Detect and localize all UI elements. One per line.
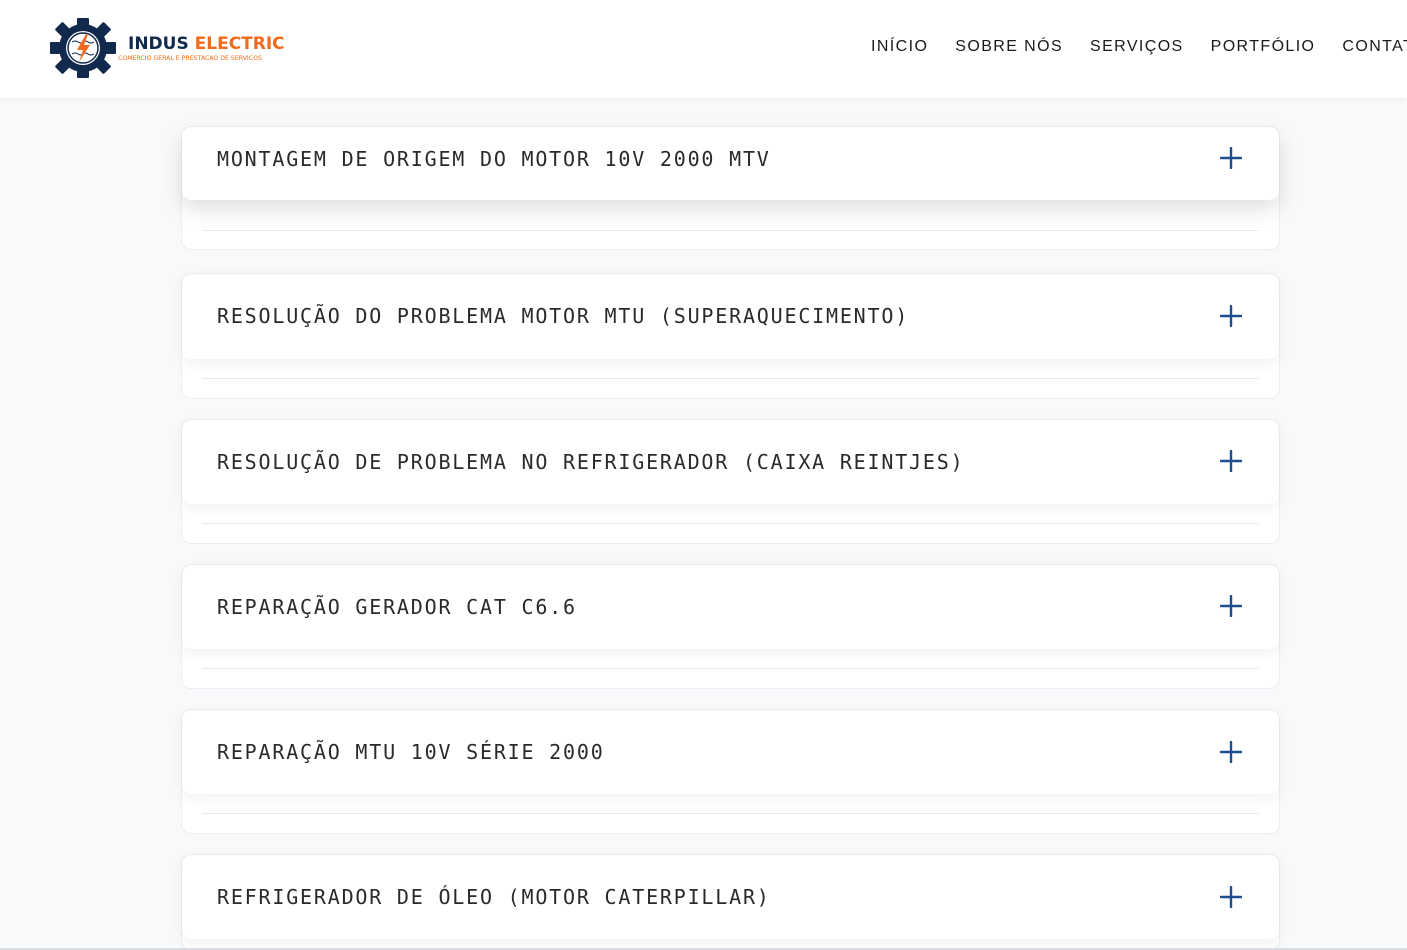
accordion-header[interactable]: REPARAÇÃO MTU 10V SÉRIE 2000 — [182, 710, 1279, 794]
nav-item-contato[interactable]: CONTATO — [1342, 37, 1407, 57]
accordion-item: MONTAGEM DE ORIGEM DO MOTOR 10V 2000 MTV — [181, 126, 1280, 250]
logo[interactable]: INDUS ELECTRIC COMERCIO GERAL E PRESTACA… — [50, 18, 285, 78]
nav-item-sobre-nos[interactable]: SOBRE NÓS — [955, 37, 1063, 57]
accordion-header[interactable]: RESOLUÇÃO DO PROBLEMA MOTOR MTU (SUPERAQ… — [182, 274, 1279, 359]
accordion-item: RESOLUÇÃO DE PROBLEMA NO REFRIGERADOR (C… — [181, 419, 1280, 544]
plus-icon[interactable] — [1220, 595, 1242, 617]
plus-icon[interactable] — [1220, 147, 1242, 169]
nav-item-portfolio[interactable]: PORTFÓLIO — [1211, 37, 1316, 57]
accordion-divider — [202, 378, 1259, 379]
accordion-divider — [202, 230, 1259, 231]
brand-name: INDUS ELECTRIC — [128, 35, 285, 53]
main-nav: INÍCIO SOBRE NÓS SERVIÇOS PORTFÓLIO CONT… — [871, 37, 1407, 57]
accordion-title: REPARAÇÃO GERADOR CAT C6.6 — [217, 595, 577, 619]
accordion-title: RESOLUÇÃO DE PROBLEMA NO REFRIGERADOR (C… — [217, 450, 965, 474]
plus-icon[interactable] — [1220, 886, 1242, 908]
plus-icon[interactable] — [1220, 305, 1242, 327]
accordion-header[interactable]: RESOLUÇÃO DE PROBLEMA NO REFRIGERADOR (C… — [182, 420, 1279, 504]
accordion-divider — [202, 813, 1259, 814]
plus-icon[interactable] — [1220, 741, 1242, 763]
site-header: INDUS ELECTRIC COMERCIO GERAL E PRESTACA… — [0, 0, 1407, 98]
accordion-item: RESOLUÇÃO DO PROBLEMA MOTOR MTU (SUPERAQ… — [181, 273, 1280, 399]
brand-name-part1: INDUS — [128, 33, 189, 54]
accordion-header[interactable]: MONTAGEM DE ORIGEM DO MOTOR 10V 2000 MTV — [182, 127, 1279, 200]
accordion-item: REPARAÇÃO MTU 10V SÉRIE 2000 — [181, 709, 1280, 834]
gear-lightning-icon — [50, 18, 116, 78]
nav-item-inicio[interactable]: INÍCIO — [871, 37, 928, 57]
nav-item-servicos[interactable]: SERVIÇOS — [1090, 37, 1184, 57]
accordion-title: REPARAÇÃO MTU 10V SÉRIE 2000 — [217, 740, 605, 764]
brand-name-part2: ELECTRIC — [194, 33, 285, 54]
accordion-title: MONTAGEM DE ORIGEM DO MOTOR 10V 2000 MTV — [217, 147, 771, 171]
accordion-divider — [202, 523, 1259, 524]
plus-icon[interactable] — [1220, 450, 1242, 472]
accordion-item: REPARAÇÃO GERADOR CAT C6.6 — [181, 564, 1280, 689]
accordion-title: RESOLUÇÃO DO PROBLEMA MOTOR MTU (SUPERAQ… — [217, 304, 910, 328]
accordion-title: REFRIGERADOR DE ÓLEO (MOTOR CATERPILLAR) — [217, 885, 771, 909]
brand-tagline: COMERCIO GERAL E PRESTACAO DE SERVICOS — [118, 54, 262, 62]
accordion-header[interactable]: REPARAÇÃO GERADOR CAT C6.6 — [182, 565, 1279, 649]
accordion-divider — [202, 668, 1259, 669]
accordion-header[interactable]: REFRIGERADOR DE ÓLEO (MOTOR CATERPILLAR) — [182, 855, 1279, 939]
accordion-item: REFRIGERADOR DE ÓLEO (MOTOR CATERPILLAR) — [181, 854, 1280, 950]
